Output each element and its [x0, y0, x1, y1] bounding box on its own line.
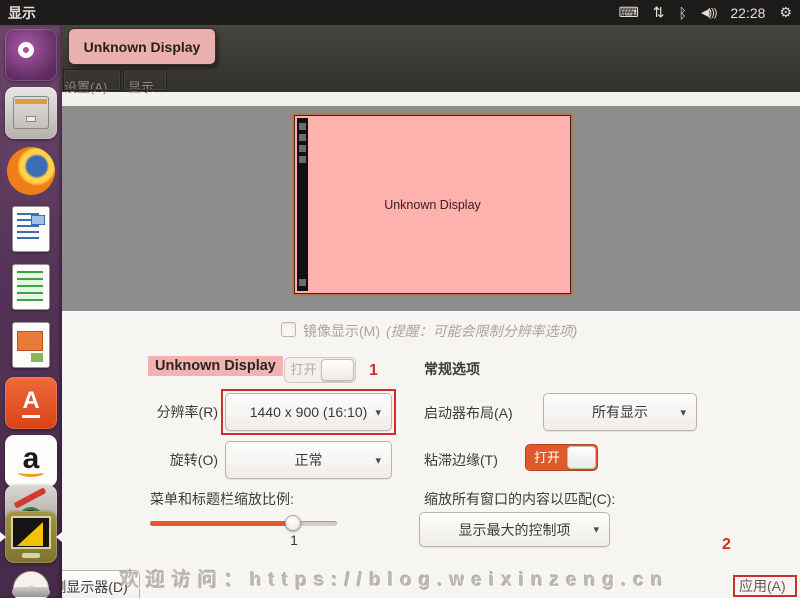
fit-windows-value: 显示最大的控制项 — [458, 521, 571, 538]
menu-tab-frame — [63, 69, 121, 91]
resolution-label: 分辨率(R) — [156, 404, 218, 420]
sticky-edges-toggle-label: 打开 — [533, 450, 560, 465]
running-app-arrow-icon — [0, 532, 6, 542]
ubuntu-logo-icon — [18, 42, 34, 58]
mirror-label-text: 镜像显示(M) — [303, 323, 380, 339]
resolution-value: 1440 x 900 (16:10) — [249, 404, 368, 420]
mirror-displays-label: 镜像显示(M) (提醒：可能会限制分辨率选项) — [303, 321, 577, 341]
display-power-toggle-label: 打开 — [290, 362, 317, 377]
chevron-down-icon: ▾ — [375, 454, 381, 467]
annotation-marker-1: 1 — [369, 362, 378, 379]
amazon-smile-arrow — [18, 468, 44, 477]
rotation-dropdown[interactable]: 正常 ▾ — [225, 441, 392, 479]
sticky-edges-toggle[interactable]: 打开 — [525, 444, 598, 471]
monitor-preview[interactable]: Unknown Display — [292, 113, 573, 296]
set-square-icon — [17, 522, 43, 546]
apply-button-label: 应用(A) — [739, 578, 786, 594]
writer-image-box — [31, 215, 45, 225]
network-arrows-icon[interactable]: ⇅ — [653, 4, 665, 21]
display-name-highlight: Unknown Display — [148, 356, 283, 376]
general-options-title: 常规选项 — [424, 361, 480, 377]
volume-icon[interactable]: ◀))) — [701, 6, 717, 19]
chevron-down-icon: ▾ — [680, 406, 686, 419]
resolution-dropdown[interactable]: 1440 x 900 (16:10) ▾ — [225, 393, 392, 431]
scale-slider[interactable] — [150, 514, 337, 532]
active-app-title: 显示 — [8, 4, 36, 21]
system-tray: ⌨ ⇅ ᛒ ◀))) 22:28 ⚙ — [619, 4, 792, 21]
launcher-item-calc[interactable] — [5, 261, 57, 313]
slider-fill — [150, 521, 293, 526]
launcher-placement-label: 启动器布局(A) — [424, 405, 513, 421]
window-toolbar-strip — [0, 92, 800, 106]
launcher-item-files[interactable] — [5, 87, 57, 139]
display-power-toggle[interactable]: 打开 — [284, 357, 356, 383]
slider-knob[interactable] — [285, 515, 301, 531]
scale-value: 1 — [290, 532, 298, 548]
impress-slide-box — [17, 331, 43, 351]
clock[interactable]: 22:28 — [730, 5, 765, 21]
session-gear-icon[interactable]: ⚙ — [779, 4, 792, 21]
bluetooth-icon[interactable]: ᛒ — [679, 5, 687, 21]
annotation-marker-2: 2 — [722, 536, 731, 553]
launcher-item-amazon[interactable]: a — [5, 435, 57, 487]
menu-titlebar-scale-label: 菜单和标题栏缩放比例: — [150, 491, 294, 507]
apply-button[interactable]: 应用(A) — [733, 575, 797, 597]
monitor-stand — [22, 553, 40, 558]
impress-chart-bar — [31, 353, 43, 362]
launcher-item-ubuntu[interactable] — [5, 29, 57, 81]
unity-launcher: A a — [0, 25, 62, 598]
top-panel: 显示 ⌨ ⇅ ᛒ ◀))) 22:28 ⚙ — [0, 0, 800, 25]
fit-windows-label: 缩放所有窗口的内容以匹配(C): — [424, 491, 616, 507]
launcher-tray-shape — [12, 587, 50, 597]
chevron-down-icon: ▾ — [375, 406, 381, 419]
toggle-knob — [567, 446, 596, 469]
launcher-item-impress[interactable] — [5, 319, 57, 371]
fit-windows-dropdown[interactable]: 显示最大的控制项 ▾ — [419, 512, 610, 547]
mirror-note-text: (提醒：可能会限制分辨率选项) — [386, 323, 578, 339]
screen: 显示 ⌨ ⇅ ᛒ ◀))) 22:28 ⚙ 设置(A) 显示 Unknown D… — [0, 0, 800, 598]
sticky-edges-label: 粘滞边缘(T) — [424, 452, 498, 468]
tooltip-unknown-display: Unknown Display — [68, 28, 216, 65]
launcher-item-writer[interactable] — [5, 203, 57, 255]
software-center-icon: A — [22, 388, 40, 418]
chevron-down-icon: ▾ — [593, 524, 599, 536]
focused-app-arrow-icon — [56, 532, 62, 542]
rotation-label: 旋转(O) — [169, 452, 218, 468]
launcher-item-displays[interactable] — [5, 511, 57, 563]
watermark-text: 欢迎访问：https://blog.weixinzeng.cn — [120, 570, 670, 591]
toggle-knob — [321, 359, 354, 381]
launcher-placement-value: 所有显示 — [592, 404, 648, 420]
monitor-launcher-strip — [297, 118, 308, 291]
monitor-preview-label: Unknown Display — [384, 197, 481, 212]
launcher-placement-dropdown[interactable]: 所有显示 ▾ — [543, 393, 697, 431]
keyboard-icon[interactable]: ⌨ — [619, 4, 639, 21]
pencil-icon — [13, 487, 47, 509]
firefox-icon — [7, 147, 55, 195]
rotation-value: 正常 — [294, 452, 323, 468]
launcher-item-software-center[interactable]: A — [5, 377, 57, 429]
calc-grid — [17, 271, 43, 301]
launcher-item-firefox[interactable] — [5, 145, 57, 197]
menu-tab-frame — [123, 69, 167, 91]
mirror-displays-checkbox[interactable] — [281, 322, 296, 337]
file-cabinet-handle — [26, 116, 36, 122]
file-cabinet-folder — [15, 99, 47, 104]
